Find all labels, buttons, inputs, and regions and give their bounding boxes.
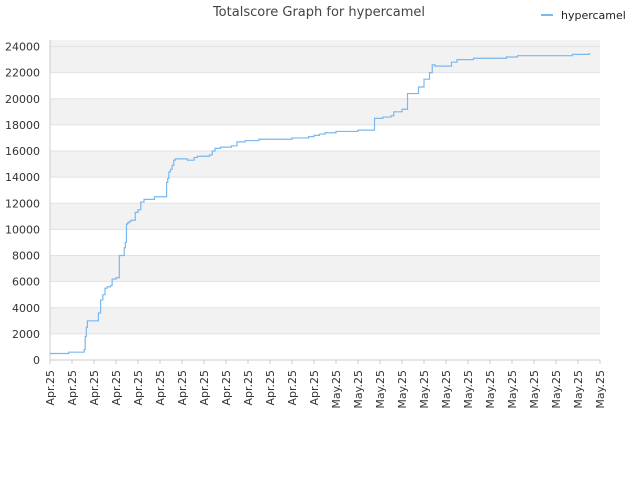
x-tick-label: May.25 — [440, 370, 453, 409]
x-tick-label: Apr.25 — [66, 370, 79, 406]
x-tick-label: May.25 — [330, 370, 343, 409]
plot-band — [50, 151, 600, 178]
x-tick-label: Apr.25 — [88, 370, 101, 406]
plot-band — [50, 333, 600, 360]
x-tick-label: May.25 — [374, 370, 387, 409]
x-tick-label: May.25 — [462, 370, 475, 409]
y-tick-label: 8000 — [12, 250, 40, 263]
x-tick-label: Apr.25 — [110, 370, 123, 406]
x-tick-label: Apr.25 — [44, 370, 57, 406]
y-tick-label: 20000 — [5, 93, 40, 106]
x-axis: Apr.25 Apr.25 Apr.25 Apr.25 Apr.25 Apr.25 Apr.… — [44, 360, 607, 409]
y-tick-label: 16000 — [5, 145, 40, 158]
y-tick-label: 0 — [33, 354, 40, 367]
y-tick-label: 22000 — [5, 67, 40, 80]
plot-band — [50, 72, 600, 99]
x-tick-label: Apr.25 — [286, 370, 299, 406]
x-tick-label: May.25 — [572, 370, 585, 409]
y-tick-label: 18000 — [5, 119, 40, 132]
chart-title: Totalscore Graph for hypercamel — [212, 5, 425, 20]
x-tick-label: Apr.25 — [154, 370, 167, 406]
x-tick-label: May.25 — [396, 370, 409, 409]
x-tick-label: Apr.25 — [220, 370, 233, 406]
y-tick-label: 12000 — [5, 197, 40, 210]
plot-band — [50, 229, 600, 256]
x-tick-label: Apr.25 — [308, 370, 321, 406]
x-tick-label: May.25 — [594, 370, 607, 409]
y-tick-label: 6000 — [12, 276, 40, 289]
y-tick-label: 10000 — [5, 223, 40, 236]
plot-band — [50, 203, 600, 230]
plot-band — [50, 46, 600, 73]
plot-background — [50, 40, 600, 360]
y-tick-label: 4000 — [12, 302, 40, 315]
plot-band — [50, 177, 600, 204]
x-tick-label: May.25 — [506, 370, 519, 409]
x-tick-label: May.25 — [528, 370, 541, 409]
x-tick-label: Apr.25 — [264, 370, 277, 406]
y-tick-label: 24000 — [5, 41, 40, 54]
plot-band — [50, 281, 600, 308]
x-tick-label: Apr.25 — [198, 370, 211, 406]
y-tick-label: 2000 — [12, 328, 40, 341]
x-tick-label: Apr.25 — [176, 370, 189, 406]
plot-band — [50, 307, 600, 334]
plot-band — [50, 255, 600, 282]
legend: hypercamel — [541, 9, 626, 22]
x-tick-label: May.25 — [484, 370, 497, 409]
chart: 0 2000 4000 6000 8000 10000 12000 14000 16000 180… — [5, 5, 626, 409]
x-tick-label: May.25 — [550, 370, 563, 409]
x-tick-label: Apr.25 — [242, 370, 255, 406]
plot-band — [50, 124, 600, 152]
x-tick-label: Apr.25 — [132, 370, 145, 406]
x-tick-label: May.25 — [352, 370, 365, 409]
legend-label: hypercamel — [561, 9, 626, 22]
y-tick-label: 14000 — [5, 171, 40, 184]
x-tick-label: May.25 — [418, 370, 431, 409]
plot-band — [50, 40, 600, 47]
plot-band — [50, 98, 600, 125]
